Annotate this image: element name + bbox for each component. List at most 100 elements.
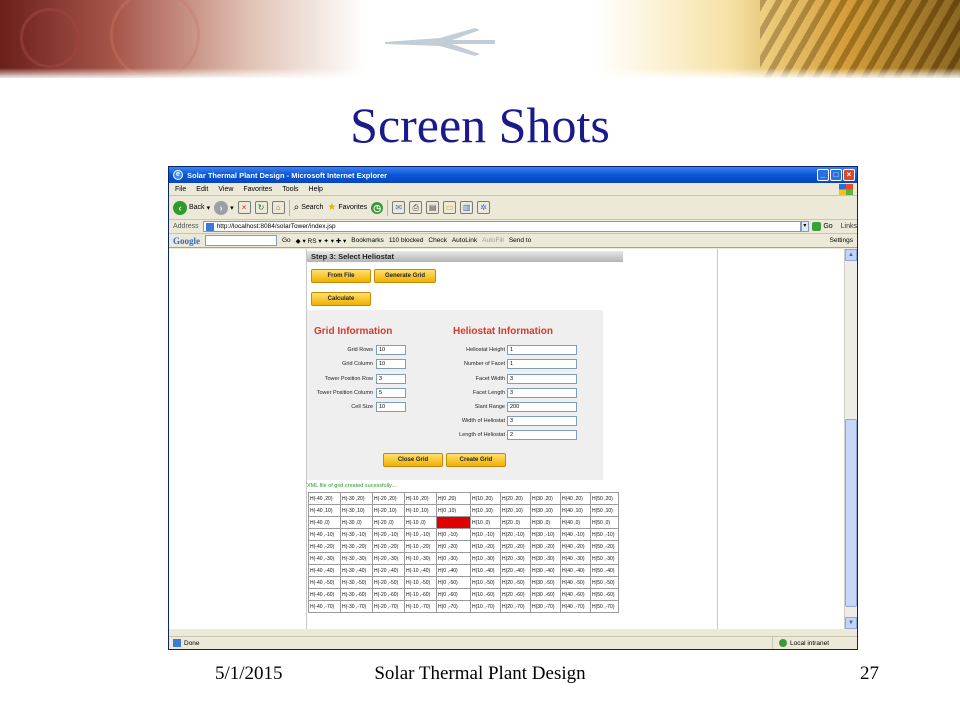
heliostat-cell[interactable]: H(40 ,-60): [560, 588, 591, 601]
menu-favorites[interactable]: Favorites: [243, 186, 272, 193]
heliostat-cell[interactable]: H(-20 ,-50): [372, 576, 405, 589]
favorites-button[interactable]: ★ Favorites: [327, 202, 367, 213]
heliostat-cell[interactable]: H(0 ,10): [436, 504, 471, 517]
menu-edit[interactable]: Edit: [196, 186, 208, 193]
search-button[interactable]: ⌕ Search: [294, 202, 324, 213]
maximize-button[interactable]: □: [830, 169, 842, 181]
close-button[interactable]: ×: [843, 169, 855, 181]
heliostat-cell[interactable]: H(-30 ,-40): [340, 564, 373, 577]
google-options-icons[interactable]: ◆ ▾ RS ▾ ✦ ▾ ✚ ▾: [296, 237, 347, 245]
heliostat-cell[interactable]: H(-30 ,20): [340, 492, 373, 505]
heliostat-cell[interactable]: H(-20 ,-30): [372, 552, 405, 565]
tower-cell[interactable]: Tower(0 ,0): [436, 516, 471, 529]
menu-file[interactable]: File: [175, 186, 186, 193]
heliostat-cell[interactable]: H(-40 ,-40): [308, 564, 341, 577]
heliostat-cell[interactable]: H(0 ,-60): [436, 588, 471, 601]
heliostat-cell[interactable]: H(40 ,-30): [560, 552, 591, 565]
heliostat-cell[interactable]: H(40 ,-70): [560, 600, 591, 613]
heliostat-cell[interactable]: H(10 ,-40): [470, 564, 501, 577]
heliostat-cell[interactable]: H(-20 ,-60): [372, 588, 405, 601]
generate-grid-button[interactable]: Generate Grid: [374, 269, 436, 283]
heliostat-cell[interactable]: H(-20 ,-40): [372, 564, 405, 577]
heliostat-height-input[interactable]: 1: [507, 345, 577, 355]
messenger-icon[interactable]: ✲: [477, 201, 491, 214]
heliostat-cell[interactable]: H(50 ,-70): [590, 600, 619, 613]
heliostat-cell[interactable]: H(-10 ,-70): [404, 600, 437, 613]
heliostat-cell[interactable]: H(50 ,-30): [590, 552, 619, 565]
heliostat-cell[interactable]: H(50 ,-10): [590, 528, 619, 541]
number-of-facet-input[interactable]: 1: [507, 359, 577, 369]
tower-position-column-input[interactable]: 5: [376, 388, 406, 398]
heliostat-cell[interactable]: H(-10 ,-20): [404, 540, 437, 553]
heliostat-cell[interactable]: H(-30 ,-60): [340, 588, 373, 601]
heliostat-cell[interactable]: H(40 ,-40): [560, 564, 591, 577]
menu-tools[interactable]: Tools: [282, 186, 298, 193]
heliostat-cell[interactable]: H(0 ,-10): [436, 528, 471, 541]
bookmarks-button[interactable]: Bookmarks: [351, 237, 384, 244]
heliostat-cell[interactable]: H(10 ,-10): [470, 528, 501, 541]
width-of-heliostat-input[interactable]: 3: [507, 416, 577, 426]
heliostat-cell[interactable]: H(30 ,-30): [530, 552, 561, 565]
heliostat-cell[interactable]: H(30 ,-50): [530, 576, 561, 589]
heliostat-cell[interactable]: H(50 ,20): [590, 492, 619, 505]
heliostat-cell[interactable]: H(-40 ,-30): [308, 552, 341, 565]
heliostat-cell[interactable]: H(-40 ,0): [308, 516, 341, 529]
heliostat-cell[interactable]: H(30 ,-70): [530, 600, 561, 613]
check-button[interactable]: Check: [428, 237, 446, 244]
popup-blocked-button[interactable]: 110 blocked: [389, 237, 424, 244]
heliostat-cell[interactable]: H(-10 ,-50): [404, 576, 437, 589]
heliostat-cell[interactable]: H(10 ,-60): [470, 588, 501, 601]
heliostat-cell[interactable]: H(20 ,10): [500, 504, 531, 517]
heliostat-cell[interactable]: H(20 ,-20): [500, 540, 531, 553]
heliostat-cell[interactable]: H(50 ,-40): [590, 564, 619, 577]
edit-icon[interactable]: ▤: [426, 201, 440, 214]
heliostat-cell[interactable]: H(0 ,-70): [436, 600, 471, 613]
slant-range-input[interactable]: 200: [507, 402, 577, 412]
print-icon[interactable]: ⎙: [409, 201, 423, 214]
heliostat-cell[interactable]: H(10 ,0): [470, 516, 501, 529]
heliostat-cell[interactable]: H(0 ,20): [436, 492, 471, 505]
refresh-icon[interactable]: ↻: [254, 201, 268, 214]
heliostat-cell[interactable]: H(40 ,-50): [560, 576, 591, 589]
heliostat-cell[interactable]: H(50 ,0): [590, 516, 619, 529]
heliostat-cell[interactable]: H(50 ,10): [590, 504, 619, 517]
heliostat-cell[interactable]: H(10 ,-70): [470, 600, 501, 613]
autofill-button[interactable]: AutoFill: [482, 237, 504, 244]
from-file-button[interactable]: From File: [311, 269, 371, 283]
heliostat-cell[interactable]: H(-20 ,-70): [372, 600, 405, 613]
facet-length-input[interactable]: 3: [507, 388, 577, 398]
heliostat-cell[interactable]: H(30 ,0): [530, 516, 561, 529]
heliostat-cell[interactable]: H(30 ,10): [530, 504, 561, 517]
heliostat-cell[interactable]: H(40 ,-20): [560, 540, 591, 553]
heliostat-cell[interactable]: H(30 ,-10): [530, 528, 561, 541]
google-go-button[interactable]: Go: [282, 237, 291, 244]
heliostat-cell[interactable]: H(-40 ,-60): [308, 588, 341, 601]
heliostat-cell[interactable]: H(-30 ,-50): [340, 576, 373, 589]
heliostat-cell[interactable]: H(-10 ,0): [404, 516, 437, 529]
heliostat-cell[interactable]: H(30 ,20): [530, 492, 561, 505]
grid-column-input[interactable]: 10: [376, 359, 406, 369]
address-input[interactable]: http://localhost:8084/solarTower/index.j…: [202, 221, 801, 232]
menu-help[interactable]: Help: [309, 186, 323, 193]
chevron-down-icon[interactable]: ▾: [800, 221, 810, 232]
home-icon[interactable]: ⌂: [271, 201, 285, 214]
length-of-heliostat-input[interactable]: 2: [507, 430, 577, 440]
heliostat-cell[interactable]: H(40 ,0): [560, 516, 591, 529]
stop-icon[interactable]: ×: [237, 201, 251, 214]
cell-size-input[interactable]: 10: [376, 402, 406, 412]
back-button[interactable]: ‹ Back ▾: [173, 200, 210, 215]
heliostat-cell[interactable]: H(-30 ,-20): [340, 540, 373, 553]
heliostat-cell[interactable]: H(40 ,20): [560, 492, 591, 505]
heliostat-cell[interactable]: H(30 ,-60): [530, 588, 561, 601]
heliostat-cell[interactable]: H(-40 ,-20): [308, 540, 341, 553]
send-to-button[interactable]: Send to: [509, 237, 531, 244]
heliostat-cell[interactable]: H(20 ,-40): [500, 564, 531, 577]
heliostat-cell[interactable]: H(-10 ,-40): [404, 564, 437, 577]
calculate-button[interactable]: Calculate: [311, 292, 371, 306]
heliostat-cell[interactable]: H(30 ,-40): [530, 564, 561, 577]
heliostat-cell[interactable]: H(10 ,-20): [470, 540, 501, 553]
heliostat-cell[interactable]: H(-40 ,-70): [308, 600, 341, 613]
heliostat-cell[interactable]: H(-30 ,0): [340, 516, 373, 529]
heliostat-cell[interactable]: H(20 ,-10): [500, 528, 531, 541]
heliostat-cell[interactable]: H(-10 ,-30): [404, 552, 437, 565]
